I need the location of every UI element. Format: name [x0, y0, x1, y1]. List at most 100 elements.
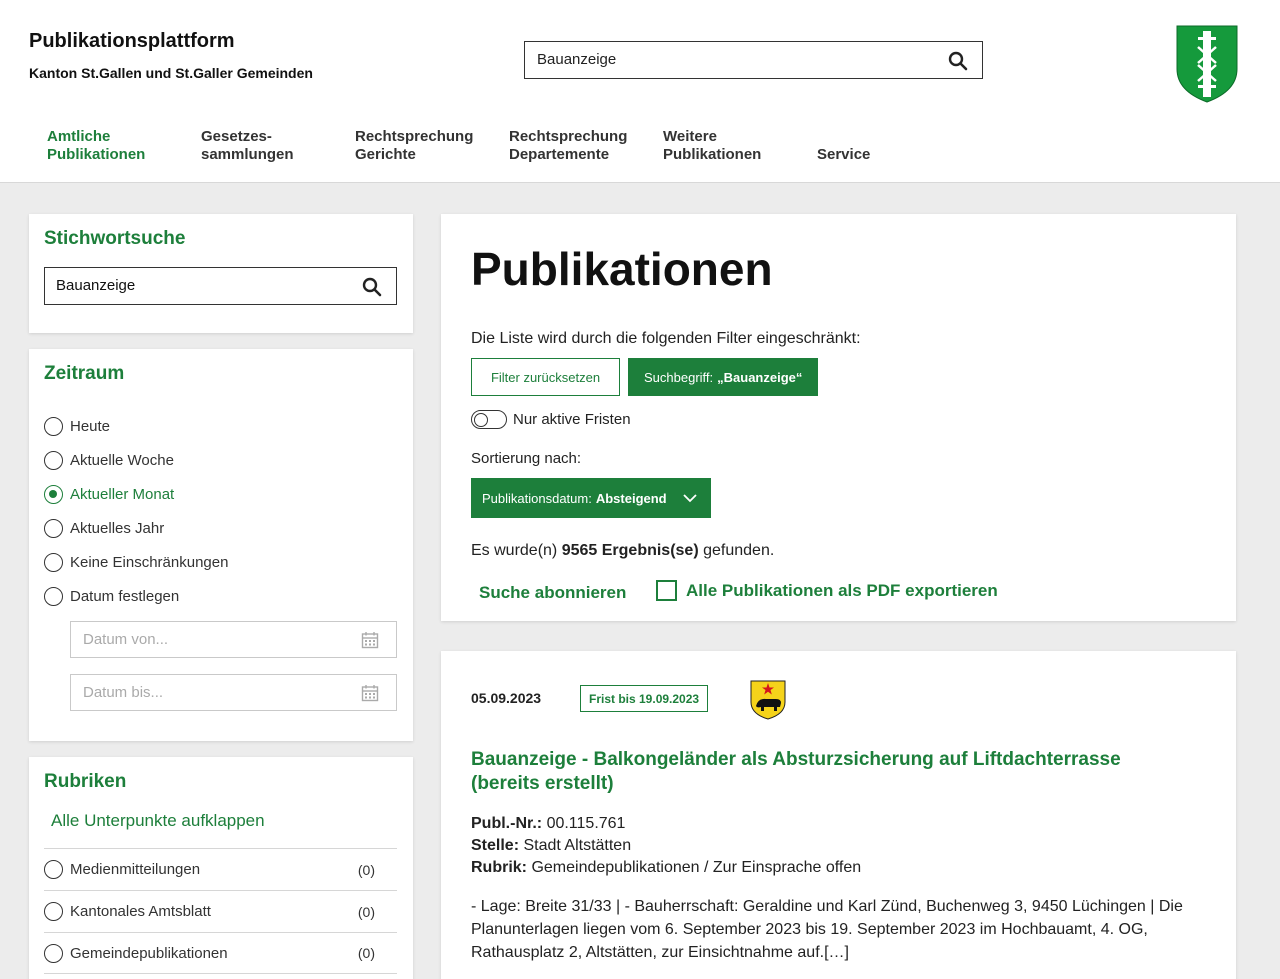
chip-prefix: Suchbegriff:	[644, 369, 714, 385]
rubrik-item-medienmitteilungen[interactable]: Medienmitteilungen (0)	[44, 848, 397, 890]
rubrik-row: Rubrik: Gemeindepublikationen / Zur Eins…	[471, 859, 861, 877]
nav-label-line1: Rechtsprechung	[509, 128, 628, 145]
header-search-input[interactable]	[537, 51, 937, 68]
stelle-value: Stadt Altstätten	[523, 837, 632, 854]
nav-label-line2: sammlungen	[201, 146, 294, 163]
result-count: 9565 Ergebnis(se)	[561, 542, 699, 559]
export-pdf-checkbox[interactable]	[656, 580, 677, 601]
deadline-badge: Frist bis 19.09.2023	[580, 685, 709, 712]
rubriken-panel: Rubriken Alle Unterpunkte aufklappen Med…	[29, 757, 413, 979]
search-icon[interactable]	[948, 51, 968, 71]
keyword-search-input[interactable]	[56, 277, 346, 294]
nav-label-line2: Departemente	[509, 146, 610, 163]
sort-dropdown[interactable]: Publikationsdatum: Absteigend	[471, 478, 711, 518]
nav-gesetzessammlungen[interactable]: Gesetzes- sammlungen	[201, 128, 341, 164]
rubrik-label: Rubrik:	[471, 859, 527, 876]
nav-label-line2: Service	[817, 146, 871, 163]
nav-label-line1: Gesetzes-	[201, 128, 272, 145]
municipality-crest-icon	[750, 680, 786, 720]
chevron-down-icon	[683, 494, 697, 503]
rubrik-count: (0)	[357, 861, 375, 878]
nav-weitere-publikationen[interactable]: Weitere Publikationen	[663, 128, 803, 164]
period-option-aktueller-monat[interactable]: Aktueller Monat	[44, 482, 174, 506]
keyword-search-heading: Stichwortsuche	[44, 228, 186, 249]
result-card: 05.09.2023 Frist bis 19.09.2023 Bauanzei…	[441, 651, 1236, 979]
publ-nr-label: Publ.-Nr.:	[471, 815, 543, 832]
date-to-input[interactable]	[83, 684, 333, 701]
radio-button[interactable]	[44, 552, 63, 572]
search-term-filter-chip[interactable]: Suchbegriff: „Bauanzeige“	[628, 358, 819, 396]
result-suffix: gefunden.	[703, 542, 775, 559]
subscribe-search-link[interactable]: Suche abonnieren	[479, 583, 626, 603]
radio-button[interactable]	[44, 518, 63, 538]
calendar-icon[interactable]	[361, 684, 379, 702]
export-pdf-option[interactable]: Alle Publikationen als PDF exportieren	[656, 580, 998, 601]
radio-button[interactable]	[44, 586, 63, 606]
export-pdf-label: Alle Publikationen als PDF exportieren	[686, 580, 998, 600]
nav-label-line1: Amtliche	[47, 128, 111, 145]
publication-title-link[interactable]: Bauanzeige - Balkongeländer als Absturzs…	[471, 748, 1191, 796]
radio-label: Aktueller Monat	[70, 485, 175, 503]
period-option-heute[interactable]: Heute	[44, 414, 110, 438]
publication-excerpt: - Lage: Breite 31/33 | - Bauherrschaft: …	[471, 898, 1183, 961]
period-heading: Zeitraum	[44, 363, 125, 384]
radio-label: Aktuelles Jahr	[70, 519, 165, 537]
period-panel: Zeitraum Heute Aktuelle Woche Aktueller …	[29, 349, 413, 741]
publications-panel: Publikationen Die Liste wird durch die f…	[441, 214, 1236, 621]
reset-filter-button[interactable]: Filter zurücksetzen	[471, 358, 620, 396]
radio-button[interactable]	[44, 416, 63, 436]
sort-value: Absteigend	[595, 490, 667, 506]
nav-rechtsprechung-gerichte[interactable]: Rechtsprechung Gerichte	[355, 128, 495, 164]
expand-all-link[interactable]: Alle Unterpunkte aufklappen	[51, 811, 265, 831]
radio-label: Aktuelle Woche	[70, 451, 174, 469]
radio-button[interactable]	[44, 450, 63, 470]
rubrik-count: (0)	[357, 945, 375, 961]
stelle-label: Stelle:	[471, 837, 520, 854]
publication-date: 05.09.2023	[471, 690, 542, 706]
radio-button[interactable]	[44, 943, 63, 963]
rubrik-value: Gemeindepublikationen / Zur Einsprache o…	[531, 859, 862, 876]
search-icon[interactable]	[362, 277, 382, 297]
toggle-label: Nur aktive Fristen	[513, 411, 631, 428]
site-title[interactable]: Publikationsplattform	[29, 30, 235, 53]
calendar-icon[interactable]	[361, 631, 379, 649]
nav-label-line2: Publikationen	[663, 146, 762, 163]
radio-button-selected[interactable]	[44, 484, 63, 504]
filter-description: Die Liste wird durch die folgenden Filte…	[471, 330, 861, 347]
nav-amtliche-publikationen[interactable]: Amtliche Publikationen	[47, 128, 187, 164]
nav-label-line2: Gerichte	[355, 146, 416, 163]
nav-rechtsprechung-departemente[interactable]: Rechtsprechung Departemente	[509, 128, 649, 164]
stelle-row: Stelle: Stadt Altstätten	[471, 837, 631, 855]
rubrik-label: Kantonales Amtsblatt	[70, 903, 211, 920]
nav-service[interactable]: Service	[817, 128, 957, 164]
radio-label: Keine Einschränkungen	[70, 553, 229, 571]
radio-button[interactable]	[44, 902, 63, 921]
sort-prefix: Publikationsdatum:	[482, 490, 592, 506]
active-deadlines-toggle-row[interactable]: Nur aktive Fristen	[471, 410, 631, 429]
rubriken-heading: Rubriken	[44, 771, 127, 792]
keyword-search-panel: Stichwortsuche	[29, 214, 413, 333]
chip-value: „Bauanzeige“	[717, 369, 803, 385]
result-prefix: Es wurde(n)	[471, 542, 558, 559]
rubrik-item-gemeindepublikationen[interactable]: Gemeindepublikationen (0)	[44, 932, 397, 974]
nav-label-line1: Weitere	[663, 128, 717, 145]
period-option-datum-festlegen[interactable]: Datum festlegen	[44, 584, 179, 608]
date-to-field[interactable]	[70, 674, 397, 711]
canton-logo[interactable]	[1176, 25, 1238, 103]
keyword-search-field[interactable]	[44, 267, 397, 305]
site-subtitle: Kanton St.Gallen und St.Galler Gemeinden	[29, 65, 313, 81]
period-option-aktuelles-jahr[interactable]: Aktuelles Jahr	[44, 516, 164, 540]
active-deadlines-toggle[interactable]	[471, 410, 507, 429]
result-count-text: Es wurde(n) 9565 Ergebnis(se) gefunden.	[471, 542, 774, 560]
publ-nr-row: Publ.-Nr.: 00.115.761	[471, 815, 625, 833]
header-search-field[interactable]	[524, 41, 983, 79]
radio-button[interactable]	[44, 860, 63, 879]
rubrik-item-kantonales-amtsblatt[interactable]: Kantonales Amtsblatt (0)	[44, 890, 397, 932]
radio-label: Heute	[70, 417, 111, 435]
date-from-field[interactable]	[70, 621, 397, 658]
period-option-aktuelle-woche[interactable]: Aktuelle Woche	[44, 448, 174, 472]
period-option-keine-einschraenkungen[interactable]: Keine Einschränkungen	[44, 550, 228, 574]
publ-nr-value: 00.115.761	[546, 815, 626, 832]
date-from-input[interactable]	[83, 631, 333, 648]
site-header: Publikationsplattform Kanton St.Gallen u…	[0, 0, 1280, 183]
